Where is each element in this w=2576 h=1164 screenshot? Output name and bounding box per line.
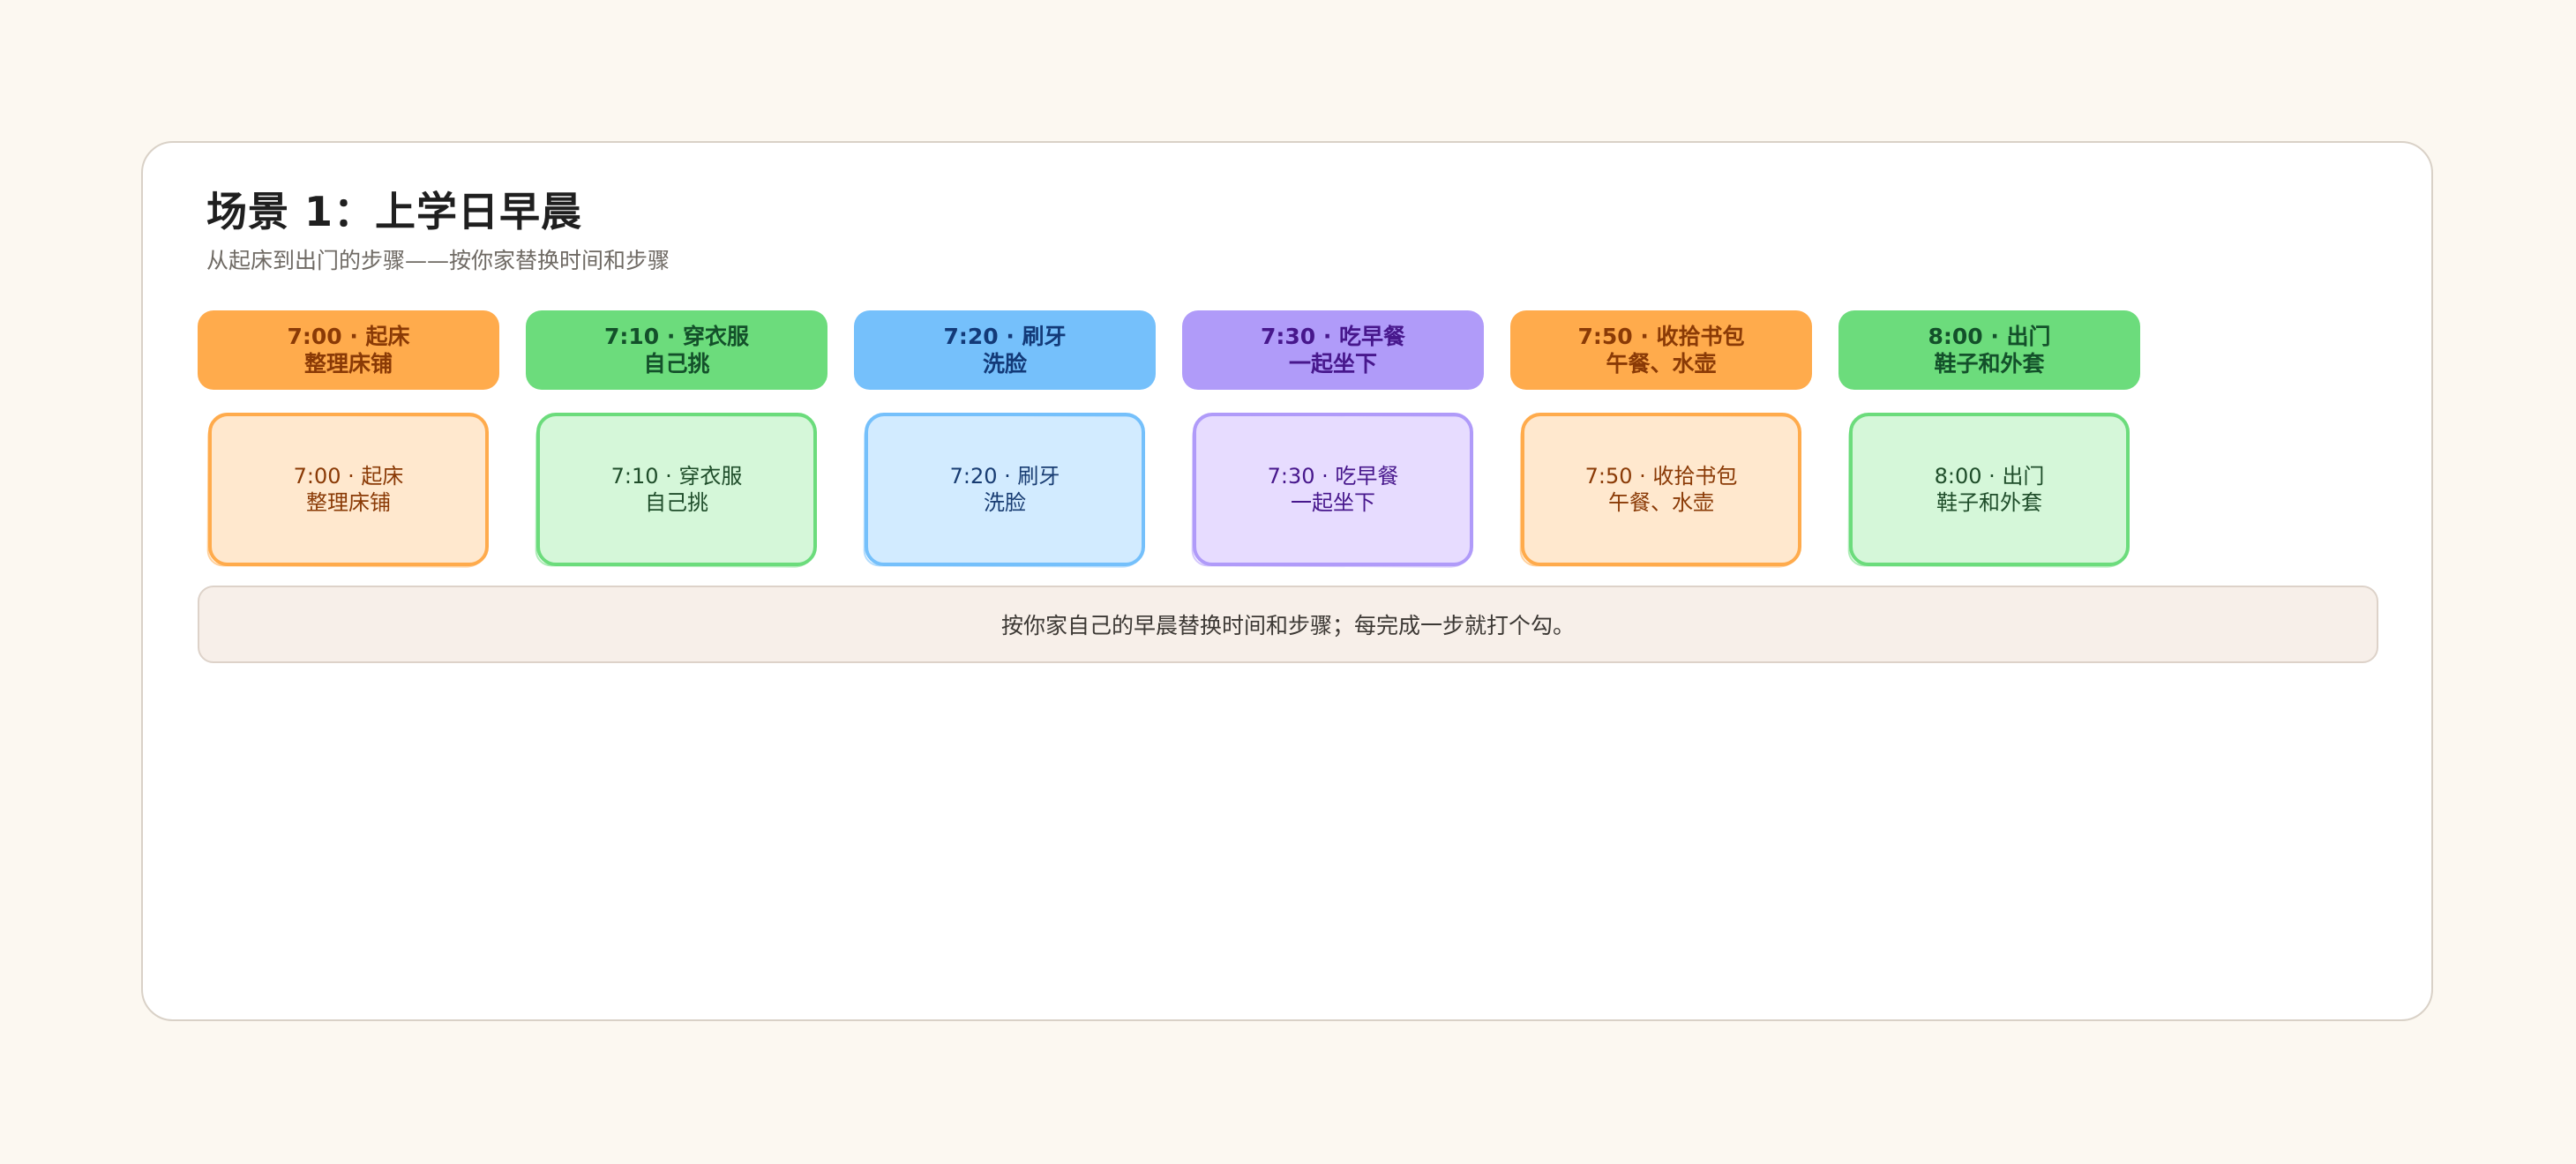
- step-note[interactable]: 7:30 · 吃早餐 一起坐下: [1193, 413, 1473, 566]
- step-pill-time: 7:30 · 吃早餐: [1260, 324, 1406, 349]
- step-note[interactable]: 7:10 · 穿衣服 自己挑: [536, 413, 817, 566]
- step-pill-detail: 自己挑: [643, 351, 710, 377]
- step-pill-time: 7:20 · 刷牙: [943, 324, 1067, 349]
- step-note-time: 7:50 · 收拾书包: [1584, 464, 1738, 489]
- step-note-detail: 一起坐下: [1291, 490, 1375, 515]
- step-pill[interactable]: 7:50 · 收拾书包 午餐、水壶: [1510, 310, 1812, 390]
- step-note-detail: 洗脸: [984, 490, 1026, 515]
- step-note-detail: 自己挑: [645, 490, 708, 515]
- step-note-detail: 整理床铺: [306, 490, 391, 515]
- step-pill-detail: 整理床铺: [303, 351, 393, 377]
- footer-note: 按你家自己的早晨替换时间和步骤；每完成一步就打个勾。: [198, 586, 2378, 663]
- step-pill-detail: 鞋子和外套: [1934, 351, 2045, 377]
- step-pill-time: 7:10 · 穿衣服: [603, 324, 750, 349]
- step-note-detail: 午餐、水壶: [1608, 490, 1714, 515]
- step-note[interactable]: 7:20 · 刷牙 洗脸: [865, 413, 1145, 566]
- step-pill-detail: 午餐、水壶: [1606, 351, 1717, 377]
- step-pill[interactable]: 7:30 · 吃早餐 一起坐下: [1182, 310, 1484, 390]
- step-pill-detail: 一起坐下: [1288, 351, 1377, 377]
- step-note-time: 7:10 · 穿衣服: [610, 464, 743, 489]
- step-pill-detail: 洗脸: [982, 351, 1027, 377]
- step-note-time: 7:00 · 起床: [293, 464, 404, 489]
- step-pill-time: 8:00 · 出门: [1928, 324, 2051, 349]
- scene-card: 场景 1：上学日早晨 从起床到出门的步骤——按你家替换时间和步骤 7:00 · …: [141, 141, 2433, 1021]
- step-note[interactable]: 8:00 · 出门 鞋子和外套: [1849, 413, 2130, 566]
- step-note-time: 8:00 · 出门: [1934, 464, 2045, 489]
- step-note-detail: 鞋子和外套: [1936, 490, 2042, 515]
- step-pill-time: 7:50 · 收拾书包: [1577, 324, 1745, 349]
- step-note-time: 7:30 · 吃早餐: [1267, 464, 1399, 489]
- step-pill[interactable]: 7:20 · 刷牙 洗脸: [854, 310, 1156, 390]
- step-note-time: 7:20 · 刷牙: [949, 464, 1060, 489]
- step-pill[interactable]: 7:00 · 起床 整理床铺: [198, 310, 499, 390]
- step-pill[interactable]: 8:00 · 出门 鞋子和外套: [1838, 310, 2140, 390]
- page-subtitle: 从起床到出门的步骤——按你家替换时间和步骤: [206, 248, 670, 273]
- step-pill[interactable]: 7:10 · 穿衣服 自己挑: [526, 310, 827, 390]
- step-note[interactable]: 7:00 · 起床 整理床铺: [208, 413, 489, 566]
- step-note[interactable]: 7:50 · 收拾书包 午餐、水壶: [1521, 413, 1801, 566]
- step-pill-time: 7:00 · 起床: [287, 324, 410, 349]
- page-title: 场景 1：上学日早晨: [206, 188, 583, 235]
